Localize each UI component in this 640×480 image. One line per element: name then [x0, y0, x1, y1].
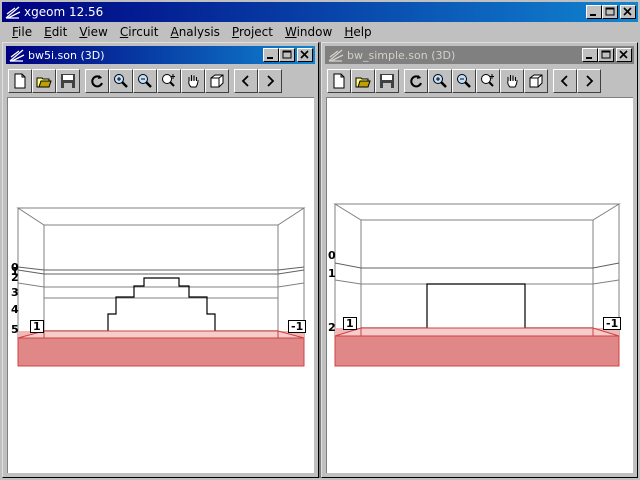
- level-label: 5: [11, 323, 19, 336]
- next-button[interactable]: [577, 69, 601, 93]
- menu-edit[interactable]: Edit: [38, 25, 73, 39]
- open-button[interactable]: [351, 69, 375, 93]
- child-minimize-button[interactable]: [582, 48, 598, 62]
- mdi-workspace: bw5i.son (3D) 0 1 2 3 4 5 1 -1 bw_simple…: [2, 42, 638, 478]
- save-icon: [380, 74, 394, 88]
- refresh-icon: [410, 75, 422, 88]
- zoom-out-button[interactable]: [452, 69, 476, 93]
- toolbar: [6, 66, 315, 96]
- menu-help[interactable]: Help: [338, 25, 377, 39]
- save-button[interactable]: [375, 69, 399, 93]
- open-button[interactable]: [32, 69, 56, 93]
- maximize-button[interactable]: [602, 5, 618, 19]
- zoom-fit-icon: [162, 74, 175, 87]
- new-button[interactable]: [327, 69, 351, 93]
- child-window-bw-simple[interactable]: bw_simple.son (3D) 0 1 2 1 -1: [321, 42, 638, 478]
- zoom-out-button[interactable]: [133, 69, 157, 93]
- pan-hand-icon: [507, 75, 518, 88]
- level-label: 4: [11, 303, 19, 316]
- circuit-3d-drawing: [16, 207, 306, 367]
- 3d-view-button[interactable]: [205, 69, 229, 93]
- save-button[interactable]: [56, 69, 80, 93]
- 3d-box-icon: [529, 74, 543, 88]
- 3d-box-icon: [210, 74, 224, 88]
- pan-hand-icon: [188, 75, 199, 88]
- child-app-icon: [328, 49, 344, 62]
- close-button[interactable]: [620, 5, 636, 19]
- child-title: bw5i.son (3D): [28, 48, 105, 62]
- zoom-out-icon: [138, 74, 152, 88]
- level-label: 1: [328, 267, 336, 280]
- child-title-bar[interactable]: bw5i.son (3D): [6, 46, 315, 64]
- next-arrow-icon: [586, 75, 594, 87]
- zoom-out-icon: [457, 74, 471, 88]
- port-label[interactable]: -1: [288, 320, 307, 333]
- refresh-button[interactable]: [404, 69, 428, 93]
- child-maximize-button[interactable]: [279, 48, 295, 62]
- 3d-view-canvas[interactable]: 0 1 2 3 4 5 1 -1: [7, 97, 314, 473]
- level-label: 0: [328, 249, 336, 262]
- main-title-bar[interactable]: xgeom 12.56: [2, 2, 638, 22]
- toolbar: [325, 66, 634, 96]
- minimize-button[interactable]: [586, 5, 602, 19]
- prev-arrow-icon: [560, 75, 568, 87]
- child-app-icon: [9, 49, 25, 62]
- prev-arrow-icon: [241, 75, 249, 87]
- child-title-bar[interactable]: bw_simple.son (3D): [325, 46, 634, 64]
- refresh-button[interactable]: [85, 69, 109, 93]
- refresh-icon: [91, 75, 103, 88]
- circuit-3d-drawing: [333, 203, 621, 367]
- port-label[interactable]: -1: [603, 317, 622, 330]
- zoom-in-icon: [114, 74, 128, 88]
- open-folder-icon: [36, 77, 52, 88]
- child-close-button[interactable]: [297, 48, 313, 62]
- menu-project[interactable]: Project: [226, 25, 279, 39]
- pan-button[interactable]: [181, 69, 205, 93]
- zoom-fit-button[interactable]: [157, 69, 181, 93]
- 3d-view-canvas[interactable]: 0 1 2 1 -1: [326, 97, 633, 473]
- child-window-bw5i[interactable]: bw5i.son (3D) 0 1 2 3 4 5 1 -1: [2, 42, 319, 478]
- new-file-icon: [14, 73, 26, 89]
- menu-view[interactable]: View: [73, 25, 113, 39]
- level-label: 3: [11, 286, 19, 299]
- next-button[interactable]: [258, 69, 282, 93]
- child-minimize-button[interactable]: [263, 48, 279, 62]
- zoom-fit-icon: [481, 74, 494, 87]
- port-label[interactable]: 1: [343, 317, 357, 330]
- zoom-in-icon: [433, 74, 447, 88]
- port-label[interactable]: 1: [30, 320, 44, 333]
- new-button[interactable]: [8, 69, 32, 93]
- zoom-fit-button[interactable]: [476, 69, 500, 93]
- level-label: 2: [11, 271, 19, 284]
- child-close-button[interactable]: [616, 48, 632, 62]
- open-folder-icon: [355, 77, 371, 88]
- app-title: xgeom 12.56: [24, 5, 104, 19]
- menu-analysis[interactable]: Analysis: [164, 25, 225, 39]
- menu-file[interactable]: File: [6, 25, 38, 39]
- pan-button[interactable]: [500, 69, 524, 93]
- menu-circuit[interactable]: Circuit: [114, 25, 165, 39]
- prev-button[interactable]: [553, 69, 577, 93]
- zoom-in-button[interactable]: [428, 69, 452, 93]
- new-file-icon: [333, 73, 345, 89]
- zoom-in-button[interactable]: [109, 69, 133, 93]
- level-label: 2: [328, 321, 336, 334]
- child-title: bw_simple.son (3D): [347, 48, 456, 62]
- menu-window[interactable]: Window: [279, 25, 338, 39]
- menu-bar: File Edit View Circuit Analysis Project …: [2, 22, 638, 41]
- app-icon: [5, 6, 21, 19]
- 3d-view-button[interactable]: [524, 69, 548, 93]
- child-maximize-button[interactable]: [598, 48, 614, 62]
- save-icon: [61, 74, 75, 88]
- prev-button[interactable]: [234, 69, 258, 93]
- next-arrow-icon: [267, 75, 275, 87]
